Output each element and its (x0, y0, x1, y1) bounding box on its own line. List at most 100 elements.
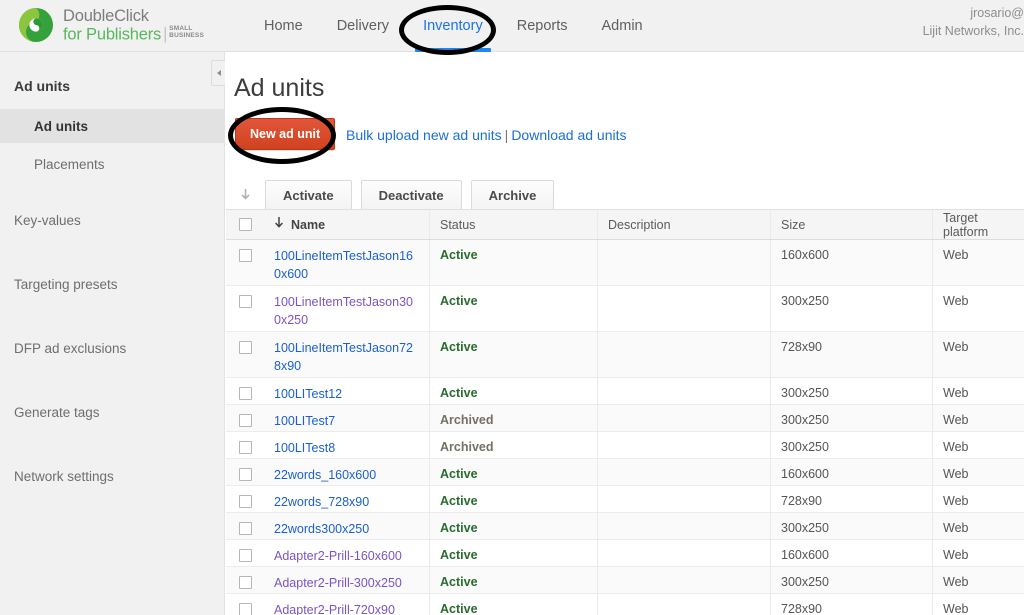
status-badge: Active (440, 248, 478, 262)
row-checkbox-cell (226, 405, 264, 431)
row-checkbox[interactable] (238, 387, 252, 400)
row-checkbox[interactable] (238, 414, 252, 427)
table-row[interactable]: 100LineItemTestJason160x600 Active 160x600… (226, 240, 1024, 286)
row-checkbox-cell (226, 459, 264, 485)
ad-unit-name-link[interactable]: 22words_728x90 (274, 494, 369, 512)
status-badge: Archived (440, 413, 494, 427)
ad-unit-name-link[interactable]: 100LITest7 (274, 413, 335, 431)
cell-status: Active (430, 486, 598, 512)
table-row[interactable]: Adapter2-Prill-720x90 Active 728x90 Web (226, 594, 1024, 615)
cell-size: 300x250 (771, 432, 933, 458)
doubleclick-swirl-logo-icon (19, 8, 53, 43)
row-checkbox-cell (226, 332, 264, 377)
cell-name: Adapter2-Prill-160x600 (264, 540, 430, 566)
table-row[interactable]: 22words300x250 Active 300x250 Web (226, 513, 1024, 540)
download-ad-units-link[interactable]: Download ad units (511, 127, 626, 143)
ad-unit-name-link[interactable]: 22words_160x600 (274, 467, 376, 485)
column-header-status[interactable]: Status (430, 210, 598, 239)
row-checkbox[interactable] (238, 249, 252, 262)
cell-description (598, 540, 771, 566)
table-row[interactable]: 100LITest7 Archived 300x250 Web (226, 405, 1024, 432)
table-row[interactable]: 100LineItemTestJason300x250 Active 300x250… (226, 286, 1024, 332)
cell-description (598, 594, 771, 615)
cell-size: 160x600 (771, 540, 933, 566)
cell-target-platform: Web (943, 602, 969, 615)
sidebar-item-ad-units[interactable]: Ad units (0, 109, 225, 143)
nav-item-delivery[interactable]: Delivery (335, 0, 391, 52)
column-header-size[interactable]: Size (771, 210, 933, 239)
table-row[interactable]: 100LITest12 Active 300x250 Web (226, 378, 1024, 405)
cell-description (598, 332, 771, 377)
column-header-name[interactable]: Name (264, 210, 430, 239)
cell-description (598, 513, 771, 539)
brand-line-2: for Publishers | SMALL BUSINESS (63, 24, 205, 44)
cell-description (598, 405, 771, 431)
ad-unit-name-link[interactable]: 100LITest12 (274, 386, 342, 404)
row-checkbox[interactable] (238, 468, 252, 481)
row-checkbox[interactable] (238, 603, 252, 615)
select-all-checkbox[interactable] (238, 218, 252, 231)
ad-unit-name-link[interactable]: 100LineItemTestJason728x90 (274, 340, 419, 376)
sidebar-item-targeting-presets[interactable]: Targeting presets (14, 277, 118, 292)
cell-description (598, 459, 771, 485)
status-badge: Active (440, 467, 478, 481)
chevron-left-icon (216, 70, 221, 76)
cell-size: 300x250 (771, 286, 933, 331)
ad-unit-name-link[interactable]: Adapter2-Prill-720x90 (274, 602, 395, 615)
nav-item-home[interactable]: Home (262, 0, 305, 52)
sidebar-item-key-values[interactable]: Key-values (14, 213, 81, 228)
cell-description (598, 286, 771, 331)
sidebar-item-placements[interactable]: Placements (0, 147, 225, 181)
ad-unit-name-link[interactable]: Adapter2-Prill-300x250 (274, 575, 402, 593)
download-arrow-icon[interactable] (234, 188, 256, 203)
cell-size: 160x600 (771, 240, 933, 285)
row-checkbox[interactable] (238, 295, 252, 308)
new-ad-unit-button[interactable]: New ad unit (235, 118, 336, 150)
user-email[interactable]: jrosario@ (923, 4, 1024, 22)
column-header-description[interactable]: Description (598, 210, 771, 239)
deactivate-button[interactable]: Deactivate (360, 180, 462, 211)
table-row[interactable]: 100LineItemTestJason728x90 Active 728x90 We… (226, 332, 1024, 378)
row-checkbox[interactable] (238, 441, 252, 454)
cell-status: Active (430, 513, 598, 539)
nav-item-inventory[interactable]: Inventory (415, 0, 491, 52)
cell-size: 300x250 (771, 378, 933, 404)
row-checkbox[interactable] (238, 341, 252, 354)
status-badge: Active (440, 386, 478, 400)
table-body: 100LineItemTestJason160x600 Active 160x600… (226, 240, 1024, 615)
column-header-target-platform[interactable]: Target platform (933, 210, 1024, 239)
sidebar-item-generate-tags[interactable]: Generate tags (14, 405, 100, 420)
table-row[interactable]: 22words_160x600 Active 160x600 Web (226, 459, 1024, 486)
status-badge: Active (440, 494, 478, 508)
row-checkbox[interactable] (238, 549, 252, 562)
row-checkbox[interactable] (238, 495, 252, 508)
cell-status: Active (430, 567, 598, 593)
table-row[interactable]: 22words_728x90 Active 728x90 Web (226, 486, 1024, 513)
nav-item-reports[interactable]: Reports (515, 0, 570, 52)
ad-unit-name-link[interactable]: 22words300x250 (274, 521, 369, 539)
row-checkbox[interactable] (238, 522, 252, 535)
row-checkbox-cell (226, 513, 264, 539)
sidebar-item-network-settings[interactable]: Network settings (14, 469, 114, 484)
cell-status: Active (430, 459, 598, 485)
cell-name: 22words300x250 (264, 513, 430, 539)
ad-unit-name-link[interactable]: Adapter2-Prill-160x600 (274, 548, 402, 566)
archive-button[interactable]: Archive (470, 180, 555, 211)
ad-unit-name-link[interactable]: 100LITest8 (274, 440, 335, 458)
table-row[interactable]: 100LITest8 Archived 300x250 Web (226, 432, 1024, 459)
nav-item-admin[interactable]: Admin (600, 0, 645, 52)
sidebar-item-dfp-ad-exclusions[interactable]: DFP ad exclusions (14, 341, 126, 356)
sidebar-collapse-toggle[interactable] (211, 60, 225, 86)
row-checkbox[interactable] (238, 576, 252, 589)
ad-unit-name-link[interactable]: 100LineItemTestJason300x250 (274, 294, 419, 330)
brand-line-1: DoubleClick (63, 7, 149, 25)
cell-name: 100LITest7 (264, 405, 430, 431)
activate-button[interactable]: Activate (265, 180, 352, 211)
ad-unit-name-link[interactable]: 100LineItemTestJason160x600 (274, 248, 419, 284)
cell-description (598, 240, 771, 285)
bulk-upload-link[interactable]: Bulk upload new ad units (346, 127, 502, 143)
table-row[interactable]: Adapter2-Prill-300x250 Active 300x250 Web (226, 567, 1024, 594)
cell-target-platform: Web (943, 521, 969, 535)
brand-logo[interactable]: DoubleClick for Publishers | SMALL BUSINESS (18, 7, 204, 43)
table-row[interactable]: Adapter2-Prill-160x600 Active 160x600 Web (226, 540, 1024, 567)
